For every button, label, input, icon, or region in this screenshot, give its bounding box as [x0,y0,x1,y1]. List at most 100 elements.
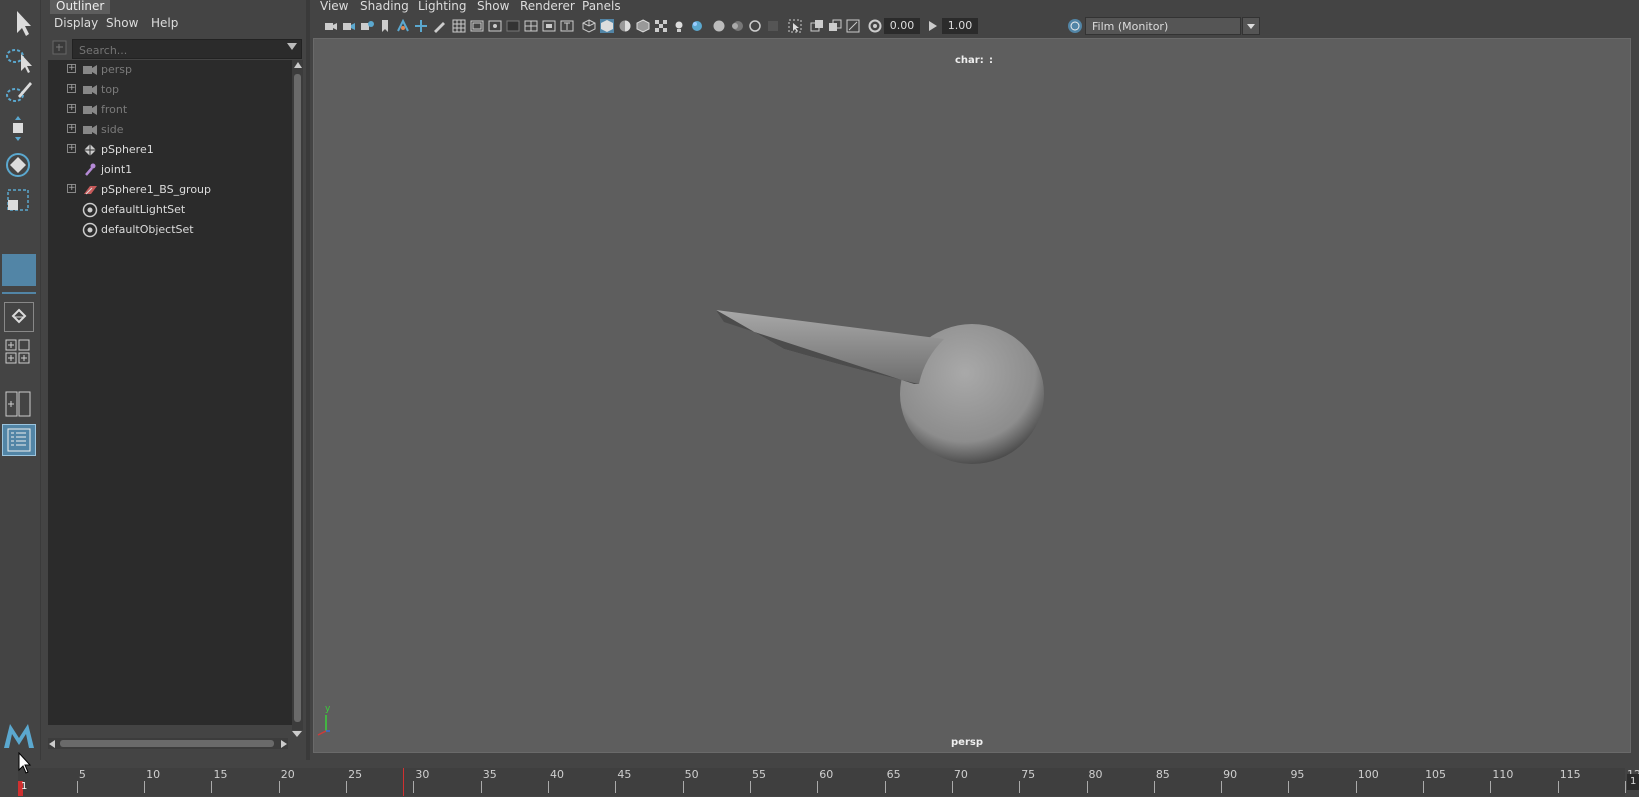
isolate-select-icon[interactable] [788,19,802,33]
wireframe-on-shaded-icon[interactable] [636,19,650,33]
bookmark-icon[interactable] [378,19,392,33]
list-item[interactable]: + front [48,100,292,120]
set-icon [82,222,98,238]
default-material-icon[interactable] [618,19,632,33]
menu-renderer[interactable]: Renderer [520,0,575,13]
select-camera-icon[interactable] [324,19,338,33]
vertical-scrollbar[interactable] [292,60,303,730]
color-management-icon[interactable] [1068,19,1082,33]
search-input[interactable] [77,41,276,59]
safe-action-icon[interactable] [542,19,556,33]
timeline-tick [346,781,348,793]
sphere-mesh[interactable] [716,310,1044,464]
list-item[interactable]: defaultObjectSet [48,220,292,240]
two-d-pan-icon[interactable] [414,19,428,33]
horizontal-scrollbar[interactable] [48,738,288,749]
backface-culling-icon[interactable] [846,19,860,33]
vertical-scroll-thumb[interactable] [294,74,301,722]
two-view-layout-icon[interactable] [4,390,34,420]
panel-splitter[interactable] [306,0,310,760]
depth-of-field-icon[interactable] [766,19,780,33]
wireframe-icon[interactable] [582,19,596,33]
joint-icon [82,162,98,178]
last-tool-swatch[interactable] [2,254,36,286]
list-item[interactable]: + pSphere1_BS_group [48,180,292,200]
viewport-3d[interactable]: char: : y persp [313,38,1631,753]
camera-attributes-icon[interactable] [342,19,356,33]
shadows-icon[interactable] [690,19,704,33]
move-tool-icon[interactable] [4,114,34,144]
film-gate-icon[interactable] [470,19,484,33]
expand-icon[interactable]: + [67,124,76,133]
outliner-tab[interactable]: Outliner [50,0,111,14]
bookmark-camera-icon[interactable] [360,19,374,33]
menu-help[interactable]: Help [151,16,178,30]
textured-icon[interactable] [654,19,668,33]
scroll-right-icon[interactable] [281,740,287,748]
single-view-layout-icon[interactable] [4,302,34,332]
use-all-lights-icon[interactable] [672,19,686,33]
menu-show[interactable]: Show [106,16,138,30]
outliner-list: + persp + top + front + side + pSphere1 … [48,60,292,725]
filter-toggle-icon[interactable] [51,39,68,56]
scroll-up-icon[interactable] [294,62,302,68]
timeline-tick [1153,781,1155,793]
anti-aliasing-icon[interactable] [748,19,762,33]
safe-title-icon[interactable] [560,19,574,33]
item-label: top [101,83,120,96]
time-slider[interactable]: 5 10 15 20 25 30 35 40 45 50 55 60 65 70 75 80 85 90 95 100… [18,768,1639,796]
four-view-layout-icon[interactable] [4,338,34,368]
timeline-tick [548,781,550,793]
list-item[interactable]: + persp [48,60,292,80]
field-chart-icon[interactable] [524,19,538,33]
scroll-down-icon[interactable] [292,731,302,737]
timeline-tick [144,781,146,793]
exposure-icon[interactable] [868,19,882,33]
menu-panels[interactable]: Panels [582,0,621,13]
set-icon [82,202,98,218]
timeline-tick [1490,781,1492,793]
select-tool-icon[interactable] [4,8,34,38]
expand-icon[interactable]: + [67,104,76,113]
menu-display[interactable]: Display [54,16,98,30]
menu-lighting[interactable]: Lighting [418,0,467,13]
expand-icon[interactable]: + [67,144,76,153]
scroll-left-icon[interactable] [49,740,55,748]
list-item[interactable]: + side [48,120,292,140]
menu-shading[interactable]: Shading [360,0,409,13]
resolution-gate-icon[interactable] [488,19,502,33]
xray-joints-icon[interactable] [828,19,842,33]
list-item[interactable]: defaultLightSet [48,200,292,220]
rotate-tool-icon[interactable] [4,150,34,180]
grid-icon[interactable] [452,19,466,33]
outliner-layout-icon[interactable] [2,424,36,456]
motion-blur-icon[interactable] [730,19,744,33]
expand-icon[interactable]: + [67,184,76,193]
gate-mask-icon[interactable] [506,19,520,33]
search-options-icon[interactable] [287,43,297,50]
maya-logo-icon [2,720,36,750]
screen-space-ao-icon[interactable] [712,19,726,33]
list-item[interactable]: joint1 [48,160,292,180]
paint-select-tool-icon[interactable] [4,78,34,108]
gamma-field[interactable]: 1.00 [942,18,978,34]
horizontal-scroll-thumb[interactable] [60,740,274,747]
gamma-icon[interactable] [926,19,940,33]
grease-pencil-icon[interactable] [432,19,446,33]
scale-tool-icon[interactable] [4,186,34,216]
expand-icon[interactable]: + [67,84,76,93]
lasso-tool-icon[interactable] [4,44,34,74]
list-item[interactable]: + top [48,80,292,100]
expand-icon[interactable]: + [67,64,76,73]
end-frame-field[interactable]: 1 [1627,774,1639,790]
dropdown-toggle[interactable] [1242,17,1260,35]
menu-show[interactable]: Show [477,0,509,13]
smooth-shade-icon[interactable] [600,19,614,33]
color-space-dropdown[interactable]: Film (Monitor) [1085,17,1241,35]
list-item[interactable]: + pSphere1 [48,140,292,160]
menu-view[interactable]: View [320,0,348,13]
image-plane-icon[interactable] [396,18,410,33]
exposure-field[interactable]: 0.00 [884,18,920,34]
timeline-tick [1423,781,1425,793]
xray-icon[interactable] [810,19,824,33]
